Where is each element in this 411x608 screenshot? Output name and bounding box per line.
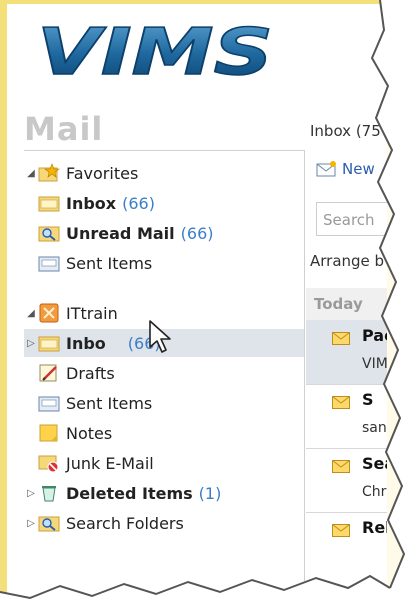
page-title: Mail xyxy=(24,110,104,148)
favorites-item-sent-items[interactable]: Sent Items xyxy=(24,249,304,277)
account-item-search-folders[interactable]: ▷ Search Folders xyxy=(24,509,304,537)
new-mail-icon xyxy=(316,161,336,177)
message-sender: Rel xyxy=(362,518,387,537)
account-item-deleted-items[interactable]: ▷ Deleted Items (1) xyxy=(24,479,304,507)
group-header-today: Today xyxy=(306,288,387,320)
message-row[interactable]: Rel xyxy=(306,512,387,576)
inbox-header: Inbox (75 xyxy=(310,122,381,140)
message-list-pane: Inbox (75 New Search Arrange b Today Pac… xyxy=(306,110,387,596)
expand-arrow-icon[interactable]: ◢ xyxy=(24,168,38,179)
message-row[interactable]: Pac VIMS xyxy=(306,320,387,385)
favorites-item-unread-mail[interactable]: Unread Mail (66) xyxy=(24,219,304,247)
account-icon xyxy=(39,303,59,323)
drafts-label: Drafts xyxy=(66,363,115,383)
arrange-by-label[interactable]: Arrange b xyxy=(310,252,384,270)
notes-icon xyxy=(39,424,58,442)
message-sender: Seat xyxy=(362,454,387,473)
collapsed-arrow-icon[interactable]: ▷ xyxy=(24,338,38,349)
junk-email-label: Junk E-Mail xyxy=(66,453,154,473)
message-row[interactable]: S sand xyxy=(306,384,387,449)
unread-mail-count: (66) xyxy=(180,223,214,243)
favorites-group[interactable]: ◢ Favorites xyxy=(24,159,304,187)
favorites-item-inbox[interactable]: Inbox (66) xyxy=(24,189,304,217)
inbox-folder-icon xyxy=(38,196,60,212)
envelope-icon xyxy=(332,396,350,409)
logo-text: VIMS xyxy=(37,22,273,82)
account-label: ITtrain xyxy=(66,303,118,323)
favorites-label: Favorites xyxy=(66,163,139,183)
collapsed-arrow-icon[interactable]: ▷ xyxy=(24,488,38,499)
mouse-cursor-icon xyxy=(149,320,171,353)
favorites-folder-icon xyxy=(38,163,60,182)
search-folders-label: Search Folders xyxy=(66,513,184,533)
envelope-icon xyxy=(332,460,350,473)
account-item-sent-items[interactable]: Sent Items xyxy=(24,389,304,417)
search-folder-icon xyxy=(38,516,60,532)
frame-border-left xyxy=(0,0,7,600)
envelope-icon xyxy=(332,332,350,345)
account-item-drafts[interactable]: Drafts xyxy=(24,359,304,387)
inbox-label: Inbox xyxy=(66,193,117,213)
inbox-label: Inbo xyxy=(66,333,106,353)
sent-items-icon xyxy=(38,396,60,412)
deleted-items-count: (1) xyxy=(198,483,222,503)
expand-arrow-icon[interactable]: ◢ xyxy=(24,308,38,319)
message-sender: S xyxy=(362,390,374,409)
vims-logo: VIMS xyxy=(36,22,274,82)
deleted-items-icon xyxy=(42,486,56,502)
account-item-junk-email[interactable]: Junk E-Mail xyxy=(24,449,304,477)
notes-label: Notes xyxy=(66,423,113,443)
message-sender: Pac xyxy=(362,326,387,345)
message-snippet: VIMS xyxy=(362,356,387,372)
drafts-icon xyxy=(39,364,57,382)
junk-email-icon xyxy=(38,455,59,473)
sent-items-icon xyxy=(38,256,60,272)
envelope-icon xyxy=(332,524,350,537)
inbox-count: (66) xyxy=(122,193,155,213)
sent-items-label: Sent Items xyxy=(66,393,153,413)
account-item-notes[interactable]: Notes xyxy=(24,419,304,447)
new-mail-label: New xyxy=(342,160,375,178)
inbox-folder-icon xyxy=(38,336,60,352)
deleted-items-label: Deleted Items xyxy=(66,483,193,503)
unread-mail-label: Unread Mail xyxy=(66,223,175,243)
outlook-window: VIMS Mail ◢ Favorites Inbox (66) Unread … xyxy=(7,4,387,596)
sent-items-label: Sent Items xyxy=(66,253,153,273)
message-snippet: sand xyxy=(362,420,387,436)
search-folder-icon xyxy=(38,226,60,242)
navigation-pane: ◢ Favorites Inbox (66) Unread Mail (66) … xyxy=(24,150,305,581)
new-mail-button[interactable]: New xyxy=(316,160,375,178)
message-snippet: Chris xyxy=(362,484,387,500)
search-input[interactable]: Search xyxy=(316,202,387,236)
message-row[interactable]: Seat Chris xyxy=(306,448,387,513)
collapsed-arrow-icon[interactable]: ▷ xyxy=(24,518,38,529)
